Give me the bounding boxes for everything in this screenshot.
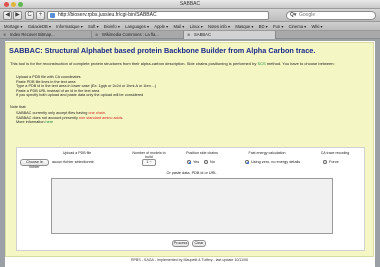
browser-toolbar: ◀ ▶ C + http://bioserv.rpbs.jussieu.fr/c… bbox=[0, 9, 380, 22]
side-chains-header: Position side chains bbox=[186, 151, 218, 155]
models-stepper[interactable]: 1 ÷ bbox=[142, 159, 156, 166]
bookmark-item[interactable]: Masque ▾ bbox=[235, 22, 253, 30]
side-chains-yes-label: Yes bbox=[193, 159, 200, 164]
bookmark-item[interactable]: Informatique ▾ bbox=[56, 22, 83, 30]
bookmark-item[interactable]: Soft ▾ bbox=[88, 22, 99, 30]
site-icon bbox=[50, 13, 55, 18]
bookmark-item[interactable]: Linux ▾ bbox=[190, 22, 203, 30]
ca-force-radio[interactable] bbox=[323, 160, 327, 164]
upload-header: Upload a PDB file bbox=[62, 151, 92, 155]
scs-link[interactable]: SCS bbox=[257, 61, 265, 66]
bookmark-item[interactable]: GalaxieDB ▾ bbox=[28, 22, 51, 30]
bookmark-item[interactable]: Wiki ▾ bbox=[311, 22, 322, 30]
note-text: SABBAC does not account presently bbox=[16, 115, 79, 120]
process-button[interactable]: Process bbox=[172, 240, 189, 247]
address-text: http://bioserv.rpbs.jussieu.fr/cgi-bin/S… bbox=[58, 12, 157, 18]
bookmark-item[interactable]: Fun ▾ bbox=[273, 22, 283, 30]
side-chains-no-label: No bbox=[210, 159, 215, 164]
note-text: SABBAC currently only accept files havin… bbox=[16, 111, 89, 115]
note-text: More information bbox=[16, 120, 46, 125]
bookmark-item[interactable]: Apple ▾ bbox=[154, 22, 168, 30]
forward-button[interactable]: ▶ bbox=[13, 11, 22, 20]
note-highlight: non standard amino acids bbox=[78, 115, 123, 120]
reload-button[interactable]: C bbox=[25, 11, 34, 20]
choose-file-button[interactable]: Choose le fichier bbox=[20, 159, 49, 169]
bookmark-item[interactable]: Notes info ▾ bbox=[208, 22, 230, 30]
pdb-textarea[interactable] bbox=[51, 178, 333, 234]
bookmark-item[interactable]: BD ▾ bbox=[259, 22, 268, 30]
more-info-link[interactable]: here bbox=[46, 120, 54, 124]
instructions-list: Upload a PDB file with CA coordinates Pa… bbox=[16, 75, 156, 98]
close-tab-icon[interactable]: ⊗ bbox=[187, 31, 191, 39]
clear-button[interactable]: Clear bbox=[192, 240, 206, 247]
add-bookmark-button[interactable]: + bbox=[36, 11, 45, 20]
note-highlight: one chain bbox=[88, 111, 105, 115]
energy-radio[interactable] bbox=[245, 160, 249, 164]
tab-label: SABBAC bbox=[194, 32, 211, 37]
page-title: SABBAC: Structural Alphabet based protei… bbox=[9, 46, 316, 55]
tab-index-recover[interactable]: ⊗ Index Recover Bitmap... bbox=[0, 31, 92, 39]
energy-header: Fast energy calculation bbox=[248, 151, 286, 155]
instruction-item: If you specify both upload and paste dat… bbox=[16, 93, 144, 98]
note-label: Note that: bbox=[10, 105, 27, 109]
search-placeholder: Google bbox=[299, 12, 316, 18]
page-footer: RPBS - SAGA - Implemented by Maupetit & … bbox=[130, 258, 249, 262]
energy-label: Using zero, no energy details bbox=[251, 159, 301, 164]
close-tab-icon[interactable]: ⊗ bbox=[3, 31, 7, 39]
window-title: SABBAC bbox=[179, 1, 201, 7]
close-tab-icon[interactable]: ⊗ bbox=[95, 31, 99, 39]
bookmark-item[interactable]: Bioinfo ▾ bbox=[104, 22, 120, 30]
tab-sabbac[interactable]: ⊗ SABBAC bbox=[184, 31, 276, 39]
bookmark-item[interactable]: Cinema ▾ bbox=[289, 22, 307, 30]
intro-text-part: This tool is for the reconstruction of c… bbox=[10, 61, 258, 66]
search-icon: Q▾ bbox=[290, 12, 297, 18]
note-item: More information here bbox=[16, 120, 123, 125]
note-end: . bbox=[104, 111, 106, 115]
intro-text-part: method. You have to choose between: bbox=[265, 61, 335, 66]
bookmark-item[interactable]: Mortage ▾ bbox=[4, 22, 23, 30]
bookmark-item[interactable]: Mail ▾ bbox=[173, 22, 184, 30]
back-button[interactable]: ◀ bbox=[3, 11, 12, 20]
window-titlebar: SABBAC bbox=[0, 0, 380, 9]
tab-bar: ⊗ Index Recover Bitmap... ⊗ Wikimedia Co… bbox=[0, 31, 380, 39]
bookmark-item[interactable]: Languages ▾ bbox=[125, 22, 149, 30]
submission-form: Upload a PDB file Number of models to bu… bbox=[16, 147, 365, 251]
note-end: . bbox=[122, 115, 124, 120]
search-field[interactable]: Q▾ Google bbox=[286, 11, 376, 20]
tab-wikimedia[interactable]: ⊗ Wikimedia Commons : La fla... bbox=[92, 31, 184, 39]
ca-force-label: Force bbox=[329, 159, 339, 164]
file-status: aucun fichier sélectionné bbox=[52, 160, 94, 164]
page-content: SABBAC: Structural Alphabet based protei… bbox=[5, 42, 374, 257]
bookmarks-bar: Mortage ▾ GalaxieDB ▾ Informatique ▾ Sof… bbox=[0, 22, 380, 31]
tab-label: Index Recover Bitmap... bbox=[10, 32, 55, 37]
side-chains-yes-radio[interactable] bbox=[187, 160, 191, 164]
notes-list: SABBAC currently only accept files havin… bbox=[16, 111, 123, 125]
models-header: Number of models to build bbox=[132, 151, 166, 159]
address-bar[interactable]: http://bioserv.rpbs.jussieu.fr/cgi-bin/S… bbox=[47, 11, 269, 20]
ca-trace-header: CA trace recoding bbox=[320, 151, 350, 155]
tab-label: Wikimedia Commons : La fla... bbox=[102, 32, 159, 37]
side-chains-no-radio[interactable] bbox=[204, 160, 208, 164]
intro-text: This tool is for the reconstruction of c… bbox=[10, 61, 370, 66]
paste-label: Or paste data, PDB id or URL bbox=[166, 171, 217, 175]
